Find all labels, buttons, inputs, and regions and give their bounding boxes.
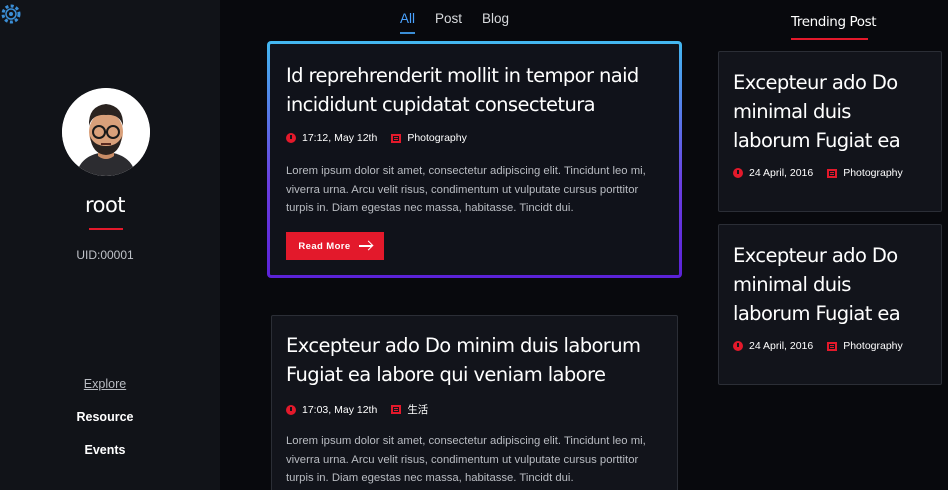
trending-date: 24 April, 2016 — [749, 167, 814, 179]
nav-resource[interactable]: Resource — [0, 410, 210, 424]
post-time: 17:12, May 12th — [302, 132, 378, 144]
nav-events[interactable]: Events — [0, 443, 210, 457]
trending-category[interactable]: Photography — [843, 167, 903, 179]
post-time: 17:03, May 12th — [302, 403, 378, 416]
trending-card[interactable]: Excepteur ado Do minimal duis laborum Fu… — [718, 51, 942, 212]
tab-all[interactable]: All — [400, 11, 416, 34]
filter-tabs: All Post Blog — [400, 11, 509, 34]
clock-icon — [733, 168, 743, 178]
read-more-label: Read More — [298, 240, 351, 252]
trending-card[interactable]: Excepteur ado Do minimal duis laborum Fu… — [718, 224, 942, 385]
clock-icon — [733, 341, 743, 351]
trending-meta: 24 April, 2016 Photography — [733, 167, 903, 179]
post-category[interactable]: 生活 — [407, 402, 428, 417]
category-icon — [827, 341, 838, 351]
post-meta: 17:03, May 12th 生活 — [286, 402, 428, 417]
post-card-featured[interactable]: Id reprehrenderit mollit in tempor naid … — [267, 41, 682, 278]
category-icon — [391, 133, 402, 143]
username-underline — [89, 228, 123, 230]
post-category[interactable]: Photography — [407, 132, 467, 144]
trending-title[interactable]: Excepteur ado Do minimal duis laborum Fu… — [733, 241, 933, 328]
avatar[interactable] — [62, 88, 150, 176]
arrow-right-icon — [358, 245, 372, 247]
trending-heading: Trending Post — [791, 14, 877, 30]
post-excerpt: Lorem ipsum dolor sit amet, consectetur … — [286, 165, 646, 214]
tab-blog[interactable]: Blog — [482, 11, 509, 34]
clock-icon — [286, 404, 296, 415]
post-card[interactable]: Excepteur ado Do minim duis laborum Fugi… — [271, 315, 678, 490]
trending-title[interactable]: Excepteur ado Do minimal duis laborum Fu… — [733, 68, 933, 155]
clock-icon — [286, 133, 296, 143]
trending-date: 24 April, 2016 — [749, 340, 814, 352]
post-title[interactable]: Excepteur ado Do minim duis laborum Fugi… — [286, 331, 666, 389]
trending-category[interactable]: Photography — [843, 340, 903, 352]
sidebar: root UID:00001 Explore Resource Events — [0, 0, 220, 490]
gear-logo-icon[interactable] — [0, 2, 22, 26]
category-icon — [827, 168, 838, 178]
nav-explore[interactable]: Explore — [0, 377, 210, 391]
trending-meta: 24 April, 2016 Photography — [733, 340, 903, 352]
user-id: UID:00001 — [76, 248, 134, 262]
trending-underline — [791, 38, 868, 40]
post-title[interactable]: Id reprehrenderit mollit in tempor naid … — [286, 61, 646, 119]
post-meta: 17:12, May 12th Photography — [286, 132, 467, 144]
post-excerpt: Lorem ipsum dolor sit amet, consectetur … — [286, 435, 646, 484]
tab-post[interactable]: Post — [435, 11, 462, 34]
read-more-button[interactable]: Read More — [286, 232, 384, 260]
username: root — [84, 193, 126, 217]
category-icon — [391, 405, 402, 414]
